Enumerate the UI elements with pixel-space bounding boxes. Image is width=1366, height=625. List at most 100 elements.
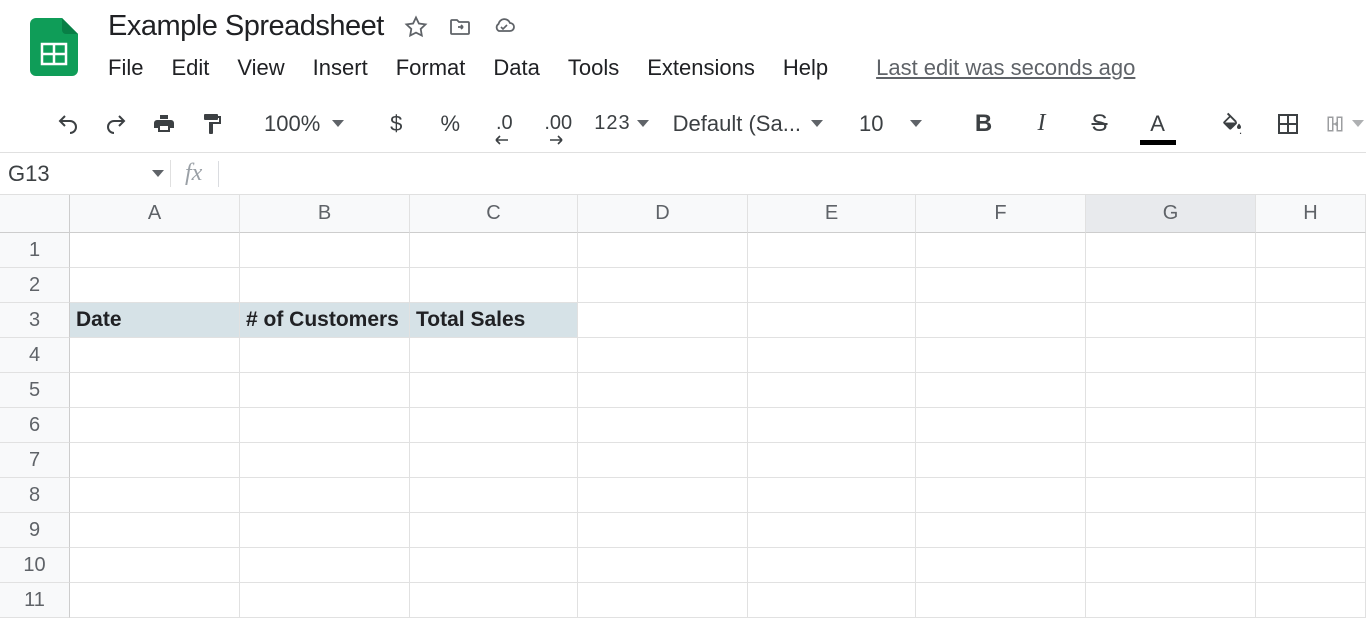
cell-H10[interactable] xyxy=(1256,548,1366,583)
menu-format[interactable]: Format xyxy=(396,55,466,81)
cell-H11[interactable] xyxy=(1256,583,1366,618)
menu-insert[interactable]: Insert xyxy=(313,55,368,81)
cell-E7[interactable] xyxy=(748,443,916,478)
cell-H2[interactable] xyxy=(1256,268,1366,303)
cell-E9[interactable] xyxy=(748,513,916,548)
cell-F3[interactable] xyxy=(916,303,1086,338)
cell-D7[interactable] xyxy=(578,443,748,478)
menu-data[interactable]: Data xyxy=(493,55,539,81)
cell-G7[interactable] xyxy=(1086,443,1256,478)
cell-D9[interactable] xyxy=(578,513,748,548)
name-box[interactable]: G13 xyxy=(0,161,170,187)
italic-button[interactable]: I xyxy=(1024,106,1060,142)
cell-H5[interactable] xyxy=(1256,373,1366,408)
cell-H7[interactable] xyxy=(1256,443,1366,478)
cell-G4[interactable] xyxy=(1086,338,1256,373)
zoom-dropdown[interactable]: 100% xyxy=(254,111,354,137)
cell-E3[interactable] xyxy=(748,303,916,338)
cell-D4[interactable] xyxy=(578,338,748,373)
cell-C6[interactable] xyxy=(410,408,578,443)
cell-F10[interactable] xyxy=(916,548,1086,583)
font-size-dropdown[interactable]: 10 xyxy=(847,111,933,137)
menu-help[interactable]: Help xyxy=(783,55,828,81)
move-folder-icon[interactable] xyxy=(448,15,472,39)
menu-file[interactable]: File xyxy=(108,55,143,81)
text-color-button[interactable]: A xyxy=(1140,106,1176,142)
cell-H3[interactable] xyxy=(1256,303,1366,338)
cell-D10[interactable] xyxy=(578,548,748,583)
cell-G8[interactable] xyxy=(1086,478,1256,513)
cell-A1[interactable] xyxy=(70,233,240,268)
borders-button[interactable] xyxy=(1270,106,1306,142)
cell-D3[interactable] xyxy=(578,303,748,338)
cell-C9[interactable] xyxy=(410,513,578,548)
column-header-H[interactable]: H xyxy=(1256,195,1366,233)
currency-button[interactable]: $ xyxy=(378,106,414,142)
cell-B3[interactable]: # of Customers xyxy=(240,303,410,338)
row-header-3[interactable]: 3 xyxy=(0,303,70,338)
menu-edit[interactable]: Edit xyxy=(171,55,209,81)
cell-C1[interactable] xyxy=(410,233,578,268)
cell-E8[interactable] xyxy=(748,478,916,513)
formula-bar[interactable]: fx xyxy=(170,160,233,187)
cell-G1[interactable] xyxy=(1086,233,1256,268)
cell-E11[interactable] xyxy=(748,583,916,618)
document-title[interactable]: Example Spreadsheet xyxy=(108,10,384,43)
cell-D8[interactable] xyxy=(578,478,748,513)
cell-C3[interactable]: Total Sales xyxy=(410,303,578,338)
cell-G3[interactable] xyxy=(1086,303,1256,338)
cell-A11[interactable] xyxy=(70,583,240,618)
cell-B7[interactable] xyxy=(240,443,410,478)
cell-B1[interactable] xyxy=(240,233,410,268)
cell-F4[interactable] xyxy=(916,338,1086,373)
print-button[interactable] xyxy=(146,106,182,142)
cell-F5[interactable] xyxy=(916,373,1086,408)
row-header-2[interactable]: 2 xyxy=(0,268,70,303)
font-dropdown[interactable]: Default (Sa... xyxy=(673,111,823,137)
row-header-7[interactable]: 7 xyxy=(0,443,70,478)
column-header-C[interactable]: C xyxy=(410,195,578,233)
cell-A8[interactable] xyxy=(70,478,240,513)
cell-B9[interactable] xyxy=(240,513,410,548)
cell-B6[interactable] xyxy=(240,408,410,443)
menu-view[interactable]: View xyxy=(237,55,284,81)
menu-extensions[interactable]: Extensions xyxy=(647,55,755,81)
cell-G11[interactable] xyxy=(1086,583,1256,618)
cell-D5[interactable] xyxy=(578,373,748,408)
cell-B10[interactable] xyxy=(240,548,410,583)
cell-F9[interactable] xyxy=(916,513,1086,548)
fill-color-button[interactable]: . xyxy=(1214,106,1250,142)
cell-G6[interactable] xyxy=(1086,408,1256,443)
cell-E2[interactable] xyxy=(748,268,916,303)
cell-H4[interactable] xyxy=(1256,338,1366,373)
paint-format-button[interactable] xyxy=(194,106,230,142)
cell-F11[interactable] xyxy=(916,583,1086,618)
cell-A6[interactable] xyxy=(70,408,240,443)
cell-F1[interactable] xyxy=(916,233,1086,268)
cell-B5[interactable] xyxy=(240,373,410,408)
column-header-B[interactable]: B xyxy=(240,195,410,233)
cell-B11[interactable] xyxy=(240,583,410,618)
cell-G9[interactable] xyxy=(1086,513,1256,548)
cell-G2[interactable] xyxy=(1086,268,1256,303)
sheets-logo[interactable] xyxy=(30,18,78,76)
cell-G5[interactable] xyxy=(1086,373,1256,408)
cell-C5[interactable] xyxy=(410,373,578,408)
column-header-D[interactable]: D xyxy=(578,195,748,233)
cell-F6[interactable] xyxy=(916,408,1086,443)
cell-H1[interactable] xyxy=(1256,233,1366,268)
column-header-F[interactable]: F xyxy=(916,195,1086,233)
cell-E5[interactable] xyxy=(748,373,916,408)
cell-A5[interactable] xyxy=(70,373,240,408)
cell-C10[interactable] xyxy=(410,548,578,583)
cell-E10[interactable] xyxy=(748,548,916,583)
cell-D11[interactable] xyxy=(578,583,748,618)
cell-C11[interactable] xyxy=(410,583,578,618)
menu-tools[interactable]: Tools xyxy=(568,55,619,81)
cloud-status-icon[interactable] xyxy=(492,15,516,39)
cell-B2[interactable] xyxy=(240,268,410,303)
star-icon[interactable] xyxy=(404,15,428,39)
cell-E1[interactable] xyxy=(748,233,916,268)
row-header-6[interactable]: 6 xyxy=(0,408,70,443)
column-header-A[interactable]: A xyxy=(70,195,240,233)
